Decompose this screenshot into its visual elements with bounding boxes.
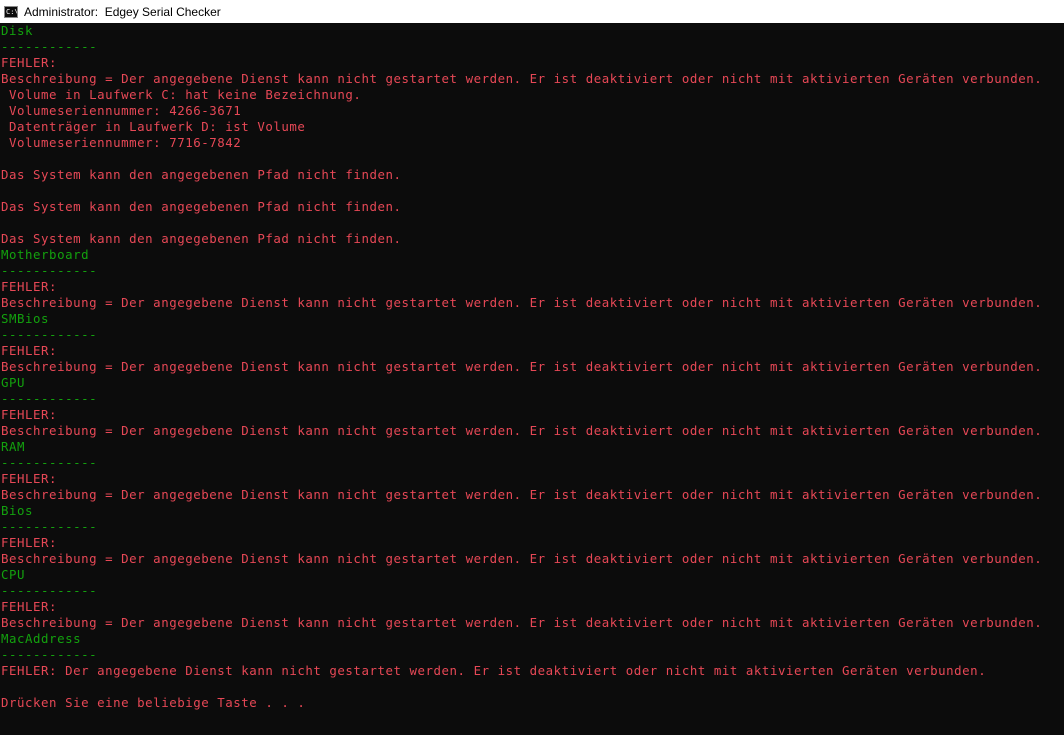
console-output[interactable]: Disk ------------ FEHLER: Beschreibung = De… — [0, 23, 1064, 735]
console-line: FEHLER: — [1, 471, 58, 486]
title-bar[interactable]: C:\ Administrator: Edgey Serial Checker — [0, 0, 1064, 23]
console-line: Das System kann den angegebenen Pfad nic… — [1, 231, 402, 246]
console-line: FEHLER: Der angegebene Dienst kann nicht… — [1, 663, 987, 678]
console-line: ------------ — [1, 391, 98, 406]
console-line: Motherboard — [1, 247, 90, 262]
console-line: Volumeseriennummer: 4266-3671 — [1, 103, 242, 118]
console-line: Drücken Sie eine beliebige Taste . . . — [1, 695, 306, 710]
console-line: FEHLER: — [1, 279, 58, 294]
console-line: FEHLER: — [1, 407, 58, 422]
window-title: Administrator: Edgey Serial Checker — [24, 4, 221, 19]
console-line: Beschreibung = Der angegebene Dienst kan… — [1, 551, 1043, 566]
console-line: Beschreibung = Der angegebene Dienst kan… — [1, 359, 1043, 374]
console-line: ------------ — [1, 263, 98, 278]
console-line: Das System kann den angegebenen Pfad nic… — [1, 199, 402, 214]
console-line: ------------ — [1, 583, 98, 598]
console-line: FEHLER: — [1, 343, 58, 358]
console-line: Disk — [1, 23, 34, 38]
console-line: ------------ — [1, 327, 98, 342]
console-icon: C:\ — [4, 5, 18, 18]
console-line: CPU — [1, 567, 26, 582]
console-line: Volumeseriennummer: 7716-7842 — [1, 135, 242, 150]
console-line: ------------ — [1, 519, 98, 534]
console-line: SMBios — [1, 311, 50, 326]
console-line: GPU — [1, 375, 26, 390]
console-line: RAM — [1, 439, 26, 454]
console-line: ------------ — [1, 455, 98, 470]
console-line: Beschreibung = Der angegebene Dienst kan… — [1, 487, 1043, 502]
console-line: Das System kann den angegebenen Pfad nic… — [1, 167, 402, 182]
console-line: ------------ — [1, 647, 98, 662]
console-line: Beschreibung = Der angegebene Dienst kan… — [1, 71, 1043, 86]
console-line: Datenträger in Laufwerk D: ist Volume — [1, 119, 306, 134]
console-line: ------------ — [1, 39, 98, 54]
console-line: Bios — [1, 503, 34, 518]
console-line: Beschreibung = Der angegebene Dienst kan… — [1, 295, 1043, 310]
console-line: FEHLER: — [1, 535, 58, 550]
console-line: MacAddress — [1, 631, 82, 646]
console-line: Beschreibung = Der angegebene Dienst kan… — [1, 423, 1043, 438]
console-line: FEHLER: — [1, 55, 58, 70]
console-line: Beschreibung = Der angegebene Dienst kan… — [1, 615, 1043, 630]
console-line: FEHLER: — [1, 599, 58, 614]
console-line: Volume in Laufwerk C: hat keine Bezeichn… — [1, 87, 362, 102]
